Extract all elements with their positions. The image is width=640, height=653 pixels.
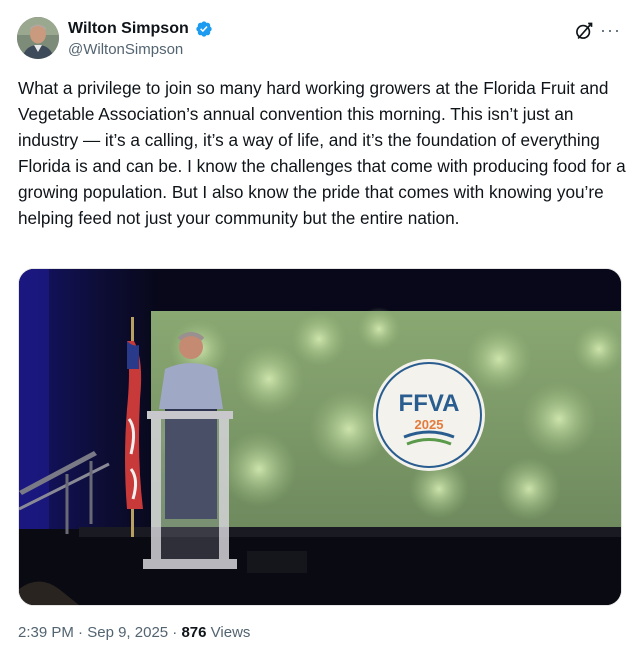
tweet-photo[interactable]: FFVA 2025 bbox=[18, 268, 622, 606]
author-display-name[interactable]: Wilton Simpson bbox=[68, 20, 189, 38]
author-handle[interactable]: @WiltonSimpson bbox=[68, 41, 183, 58]
meta-separator: · bbox=[172, 624, 178, 641]
tweet-text: What a privilege to join so many hard wo… bbox=[18, 78, 626, 228]
views-label: Views bbox=[210, 624, 251, 641]
more-icon[interactable]: ··· bbox=[600, 21, 621, 39]
logo-year: 2025 bbox=[415, 417, 444, 432]
tweet-time[interactable]: 2:39 PM bbox=[18, 624, 74, 641]
meta-separator: · bbox=[78, 624, 84, 641]
podium bbox=[143, 411, 237, 569]
views-count: 876 bbox=[181, 624, 207, 641]
tweet-date[interactable]: Sep 9, 2025 bbox=[87, 624, 168, 641]
tweet-meta: 2:39 PM · Sep 9, 2025 · 876 Views bbox=[18, 624, 250, 641]
verified-badge-icon bbox=[196, 21, 212, 37]
grok-icon[interactable] bbox=[574, 21, 594, 41]
avatar[interactable] bbox=[17, 17, 59, 59]
ffva-logo: FFVA 2025 bbox=[373, 359, 485, 471]
logo-text: FFVA bbox=[399, 390, 460, 417]
tweet-card: Wilton Simpson @WiltonSimpson ··· What a… bbox=[0, 0, 640, 653]
